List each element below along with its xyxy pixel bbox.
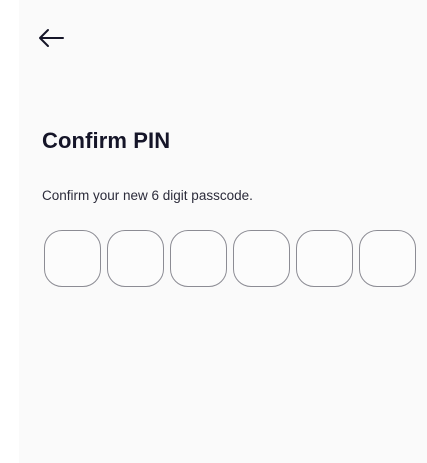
back-button[interactable]	[35, 24, 67, 52]
pin-digit-1[interactable]	[44, 230, 101, 287]
pin-digit-4[interactable]	[233, 230, 290, 287]
page-subtitle: Confirm your new 6 digit passcode.	[42, 188, 253, 203]
pin-digit-2[interactable]	[107, 230, 164, 287]
pin-input-group	[44, 230, 416, 287]
page-title: Confirm PIN	[42, 128, 171, 153]
arrow-left-icon	[39, 29, 64, 47]
pin-digit-6[interactable]	[359, 230, 416, 287]
pin-digit-5[interactable]	[296, 230, 353, 287]
confirm-pin-screen: Confirm PIN Confirm your new 6 digit pas…	[19, 0, 427, 463]
pin-digit-3[interactable]	[170, 230, 227, 287]
